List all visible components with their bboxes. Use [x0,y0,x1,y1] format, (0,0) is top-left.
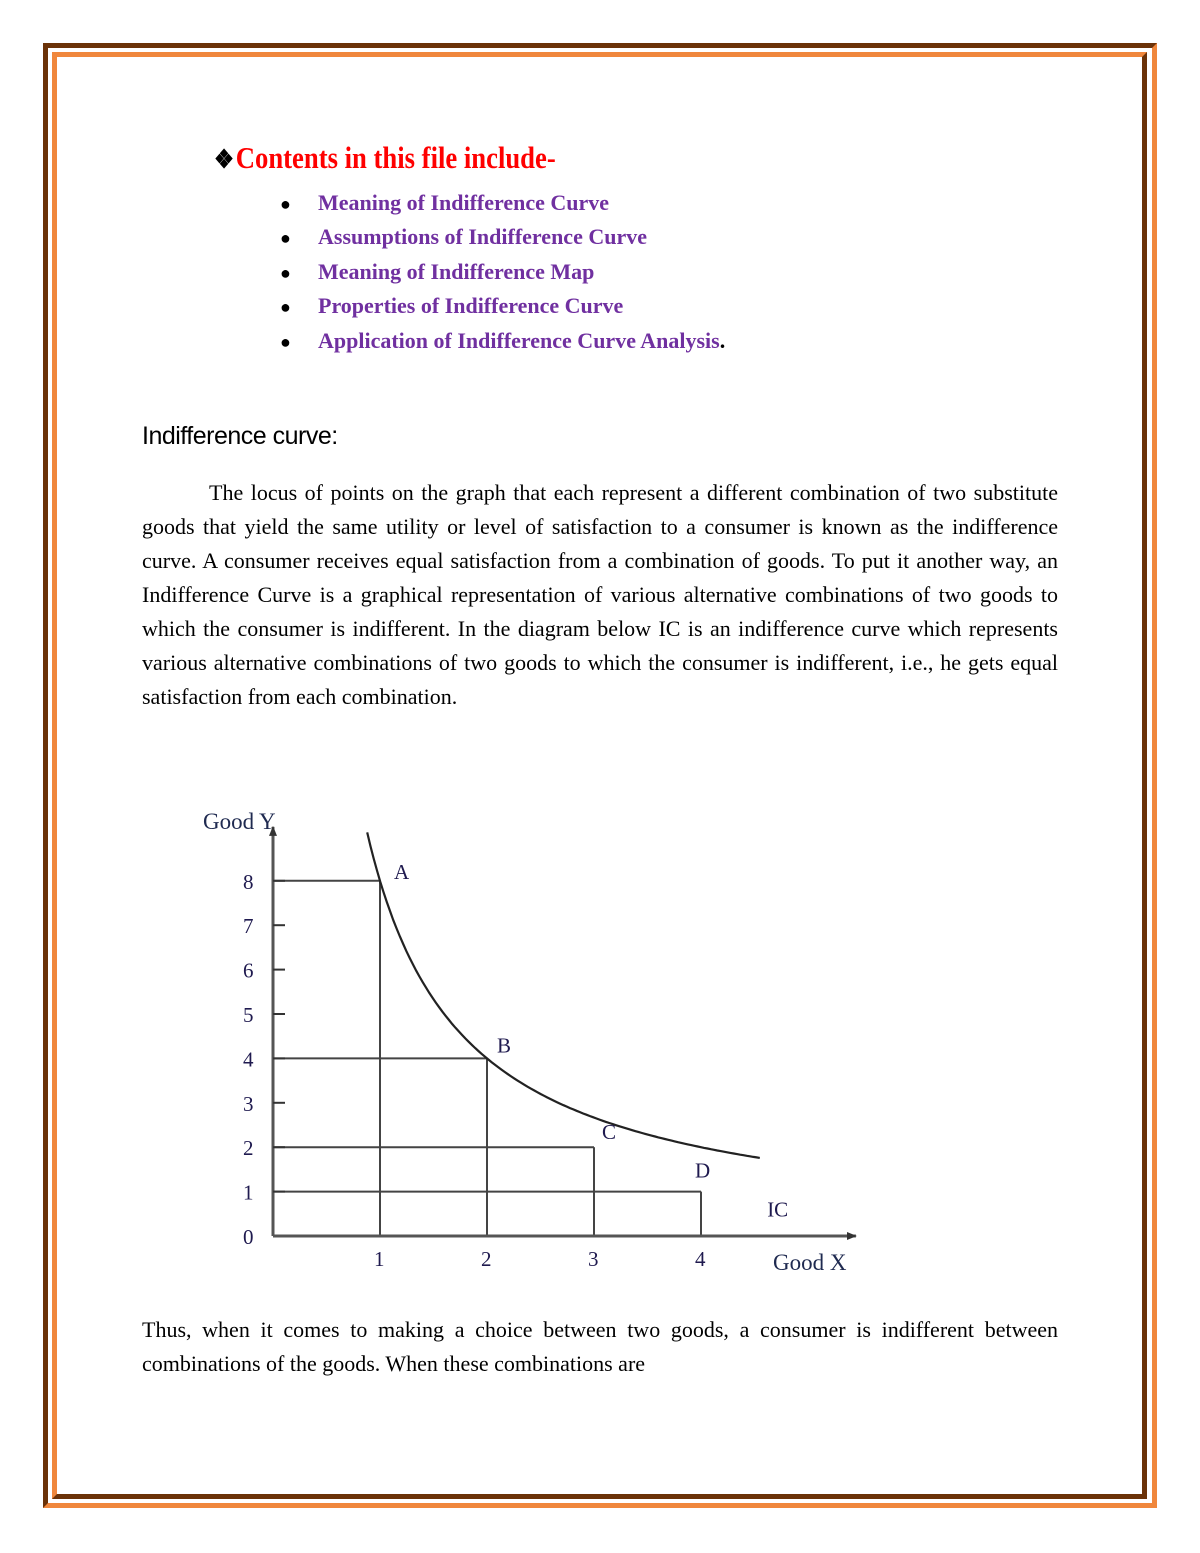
y-tick-label: 0 [243,1225,254,1249]
x-axis-title: Good X [773,1250,847,1275]
point-label-b: B [497,1033,511,1057]
point-label-c: C [602,1120,616,1144]
x-tick-label: 1 [374,1247,385,1271]
y-tick-label: 7 [243,914,254,938]
y-tick-label: 5 [243,1003,254,1027]
y-axis-title: Good Y [203,809,276,834]
point-label-d: D [695,1159,710,1183]
y-tick-label: 4 [243,1047,254,1071]
curve-label-ic: IC [767,1197,788,1221]
x-tick-label: 2 [481,1247,492,1271]
y-tick-label: 8 [243,870,254,894]
indifference-curve-line [366,832,760,1159]
y-tick-label: 3 [243,1092,254,1116]
point-label-a: A [394,860,410,884]
x-tick-label: 4 [695,1247,706,1271]
y-tick-label: 6 [243,959,254,983]
x-tick-label: 3 [588,1247,599,1271]
y-tick-label: 2 [243,1136,254,1160]
body-paragraph: Thus, when it comes to making a choice b… [142,1317,1058,1376]
y-tick-label: 1 [243,1181,254,1205]
